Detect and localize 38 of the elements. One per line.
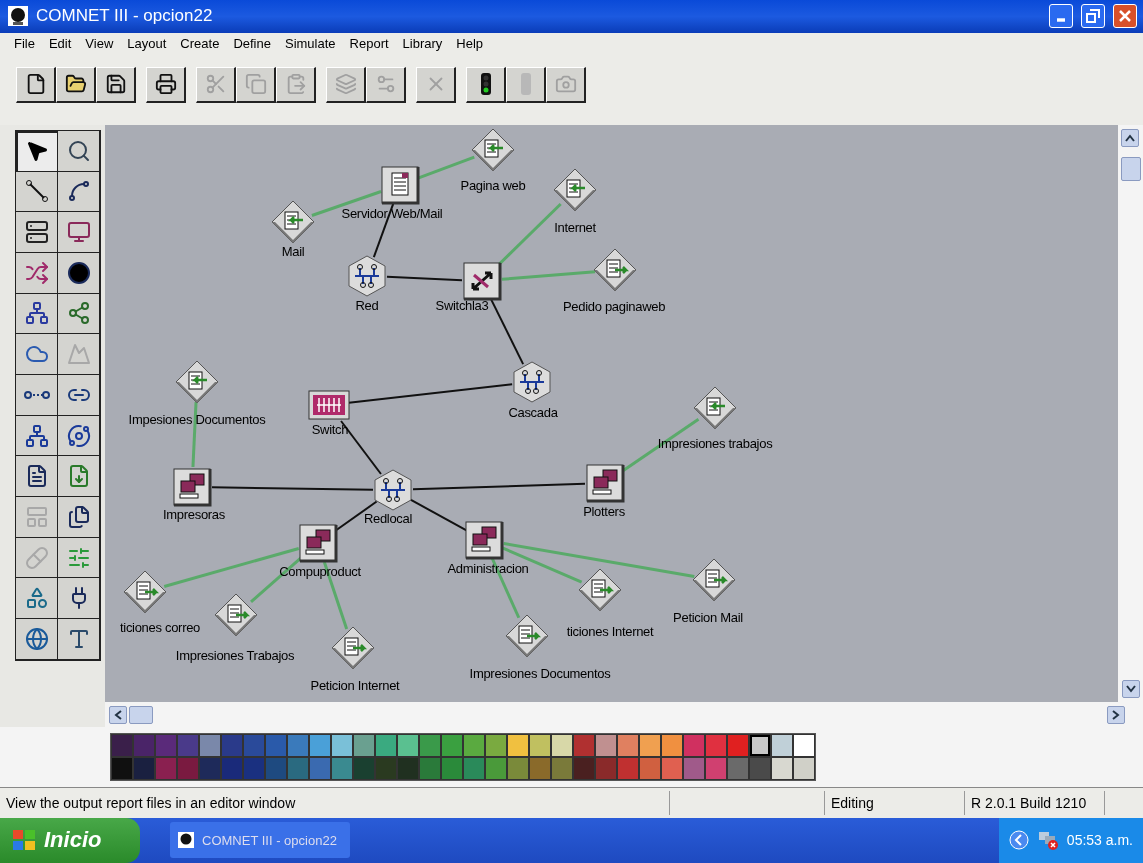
menu-item[interactable]: Edit: [42, 36, 78, 52]
status-mode: Editing: [825, 791, 965, 815]
window-title: COMNET III - opcion22: [36, 6, 214, 27]
menu-item[interactable]: Layout: [121, 36, 173, 52]
menu-item[interactable]: Library: [396, 36, 449, 52]
clock: 05:53 a.m.: [1066, 832, 1133, 849]
node-label: Peticion Internet: [310, 677, 400, 693]
node-label: Servidor Web/Mail: [341, 205, 443, 221]
node-label: Impresiones trabajos: [657, 435, 773, 451]
menu-item[interactable]: Create: [174, 36, 226, 52]
node-label: Pagina web: [460, 177, 526, 193]
node-label: Pedido paginaweb: [562, 298, 666, 314]
node-label: ticiones correo: [120, 619, 200, 635]
node-label: Plotters: [583, 503, 625, 519]
start-button[interactable]: Inicio: [0, 818, 140, 863]
node-label: Peticion Mail: [673, 609, 743, 625]
node-label: Internet: [554, 219, 596, 235]
node-label: Administracion: [447, 560, 529, 576]
node-label: Switch: [311, 421, 349, 437]
node-label: Mail: [281, 243, 305, 259]
node-label: Impresiones Documentos: [469, 665, 611, 681]
node-label: Red: [355, 297, 379, 313]
node-label: Impesiones Documentos: [128, 411, 266, 427]
menu-item[interactable]: Define: [227, 36, 277, 52]
node-label: Impresiones Trabajos: [175, 647, 295, 663]
node-label: Cascada: [508, 404, 558, 420]
menu-item[interactable]: View: [79, 36, 120, 52]
status-message: View the output report files in an editor window: [0, 791, 670, 815]
node-label: Impresoras: [163, 506, 225, 522]
menu-item[interactable]: Help: [450, 36, 490, 52]
node-label: ticiones Internet: [566, 623, 654, 639]
node-label: Switchla3: [435, 297, 489, 313]
status-version: R 2.0.1 Build 1210: [965, 791, 1105, 815]
menu-item[interactable]: Report: [343, 36, 395, 52]
node-label: Redlocal: [363, 510, 413, 526]
menu-item[interactable]: Simulate: [278, 36, 342, 52]
node-label: Compuproduct: [279, 563, 361, 579]
menu-item[interactable]: File: [8, 36, 41, 52]
